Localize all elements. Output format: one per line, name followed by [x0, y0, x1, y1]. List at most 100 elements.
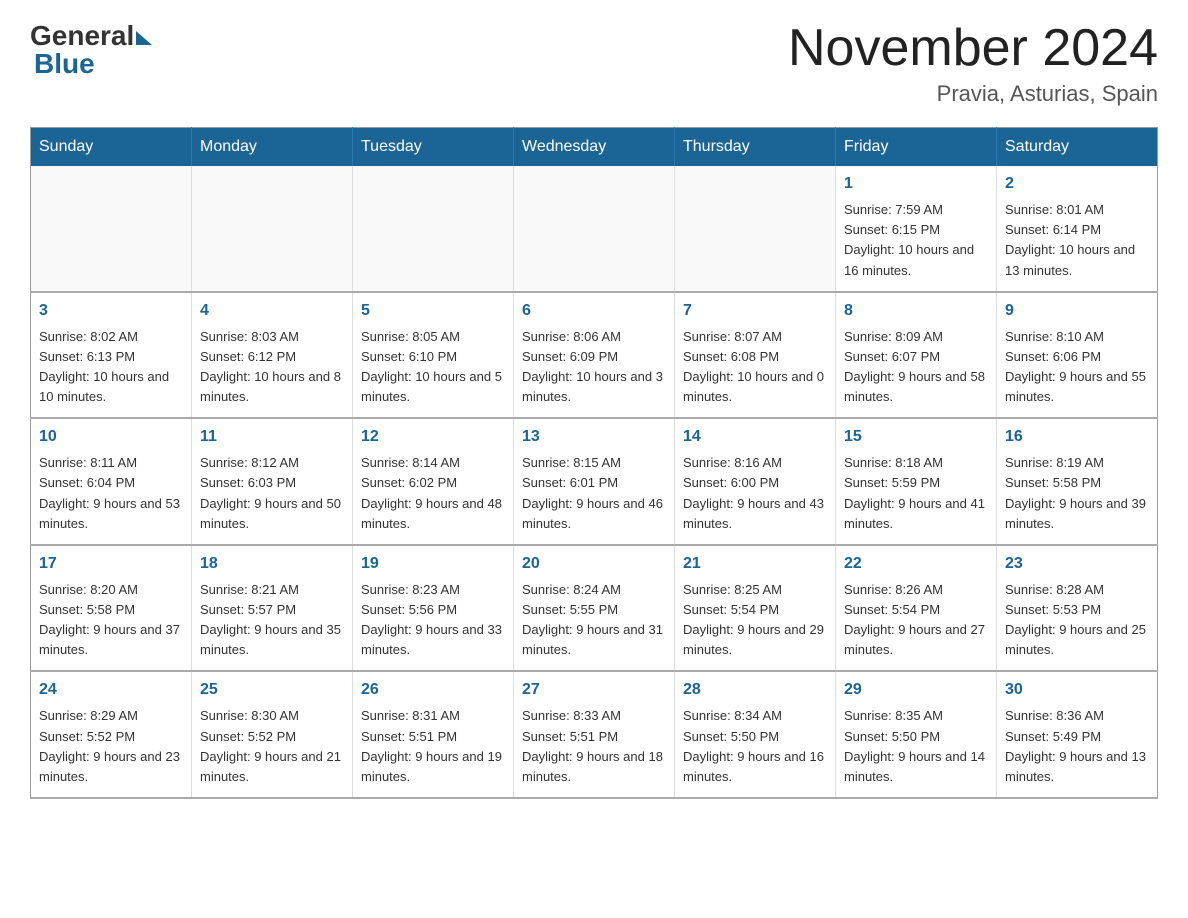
day-info: Sunrise: 8:01 AM Sunset: 6:14 PM Dayligh…: [1005, 200, 1149, 281]
day-info: Sunrise: 8:15 AM Sunset: 6:01 PM Dayligh…: [522, 453, 666, 534]
calendar-cell: 15 Sunrise: 8:18 AM Sunset: 5:59 PM Dayli…: [836, 418, 997, 545]
day-number: 19: [361, 552, 505, 576]
day-number: 17: [39, 552, 183, 576]
day-info: Sunrise: 8:33 AM Sunset: 5:51 PM Dayligh…: [522, 706, 666, 787]
day-info: Sunrise: 8:23 AM Sunset: 5:56 PM Dayligh…: [361, 580, 505, 661]
day-number: 5: [361, 299, 505, 323]
day-number: 18: [200, 552, 344, 576]
month-year-title: November 2024: [788, 20, 1158, 77]
header-saturday: Saturday: [997, 128, 1158, 167]
day-info: Sunrise: 8:12 AM Sunset: 6:03 PM Dayligh…: [200, 453, 344, 534]
day-info: Sunrise: 8:29 AM Sunset: 5:52 PM Dayligh…: [39, 706, 183, 787]
day-number: 29: [844, 678, 988, 702]
calendar-cell: 16 Sunrise: 8:19 AM Sunset: 5:58 PM Dayli…: [997, 418, 1158, 545]
day-number: 30: [1005, 678, 1149, 702]
calendar-cell: [353, 166, 514, 292]
day-number: 4: [200, 299, 344, 323]
calendar-cell: 13 Sunrise: 8:15 AM Sunset: 6:01 PM Dayli…: [514, 418, 675, 545]
day-number: 24: [39, 678, 183, 702]
calendar-cell: 27 Sunrise: 8:33 AM Sunset: 5:51 PM Dayli…: [514, 671, 675, 798]
day-number: 15: [844, 425, 988, 449]
calendar-cell: 30 Sunrise: 8:36 AM Sunset: 5:49 PM Dayli…: [997, 671, 1158, 798]
day-info: Sunrise: 8:36 AM Sunset: 5:49 PM Dayligh…: [1005, 706, 1149, 787]
day-info: Sunrise: 8:24 AM Sunset: 5:55 PM Dayligh…: [522, 580, 666, 661]
calendar-cell: 10 Sunrise: 8:11 AM Sunset: 6:04 PM Dayli…: [31, 418, 192, 545]
day-number: 2: [1005, 172, 1149, 196]
day-number: 7: [683, 299, 827, 323]
day-number: 8: [844, 299, 988, 323]
logo-blue-text: Blue: [34, 48, 95, 80]
day-number: 26: [361, 678, 505, 702]
day-number: 27: [522, 678, 666, 702]
calendar-cell: 20 Sunrise: 8:24 AM Sunset: 5:55 PM Dayli…: [514, 545, 675, 672]
calendar-table: Sunday Monday Tuesday Wednesday Thursday…: [30, 127, 1158, 799]
calendar-cell: 9Sunrise: 8:10 AM Sunset: 6:06 PM Daylig…: [997, 292, 1158, 419]
day-info: Sunrise: 8:28 AM Sunset: 5:53 PM Dayligh…: [1005, 580, 1149, 661]
day-number: 10: [39, 425, 183, 449]
week-row-5: 24 Sunrise: 8:29 AM Sunset: 5:52 PM Dayli…: [31, 671, 1158, 798]
page-header: General Blue November 2024 Pravia, Astur…: [30, 20, 1158, 107]
day-info: Sunrise: 8:20 AM Sunset: 5:58 PM Dayligh…: [39, 580, 183, 661]
week-row-2: 3 Sunrise: 8:02 AM Sunset: 6:13 PM Daylig…: [31, 292, 1158, 419]
day-number: 6: [522, 299, 666, 323]
title-area: November 2024 Pravia, Asturias, Spain: [788, 20, 1158, 107]
week-row-4: 17 Sunrise: 8:20 AM Sunset: 5:58 PM Dayli…: [31, 545, 1158, 672]
calendar-cell: 2 Sunrise: 8:01 AM Sunset: 6:14 PM Daylig…: [997, 166, 1158, 292]
calendar-cell: 18 Sunrise: 8:21 AM Sunset: 5:57 PM Dayli…: [192, 545, 353, 672]
day-info: Sunrise: 8:10 AM Sunset: 6:06 PM Dayligh…: [1005, 327, 1149, 408]
day-info: Sunrise: 8:21 AM Sunset: 5:57 PM Dayligh…: [200, 580, 344, 661]
day-info: Sunrise: 8:35 AM Sunset: 5:50 PM Dayligh…: [844, 706, 988, 787]
calendar-cell: 22Sunrise: 8:26 AM Sunset: 5:54 PM Dayli…: [836, 545, 997, 672]
day-number: 23: [1005, 552, 1149, 576]
day-number: 20: [522, 552, 666, 576]
day-number: 28: [683, 678, 827, 702]
calendar-cell: 6Sunrise: 8:06 AM Sunset: 6:09 PM Daylig…: [514, 292, 675, 419]
calendar-cell: 24 Sunrise: 8:29 AM Sunset: 5:52 PM Dayli…: [31, 671, 192, 798]
week-row-1: 1Sunrise: 7:59 AM Sunset: 6:15 PM Daylig…: [31, 166, 1158, 292]
calendar-header: Sunday Monday Tuesday Wednesday Thursday…: [31, 128, 1158, 167]
calendar-cell: 26 Sunrise: 8:31 AM Sunset: 5:51 PM Dayli…: [353, 671, 514, 798]
calendar-cell: 7Sunrise: 8:07 AM Sunset: 6:08 PM Daylig…: [675, 292, 836, 419]
calendar-cell: 12Sunrise: 8:14 AM Sunset: 6:02 PM Dayli…: [353, 418, 514, 545]
day-number: 11: [200, 425, 344, 449]
calendar-cell: 21 Sunrise: 8:25 AM Sunset: 5:54 PM Dayli…: [675, 545, 836, 672]
calendar-cell: 25 Sunrise: 8:30 AM Sunset: 5:52 PM Dayli…: [192, 671, 353, 798]
calendar-cell: [675, 166, 836, 292]
day-info: Sunrise: 8:30 AM Sunset: 5:52 PM Dayligh…: [200, 706, 344, 787]
day-info: Sunrise: 8:11 AM Sunset: 6:04 PM Dayligh…: [39, 453, 183, 534]
day-info: Sunrise: 8:25 AM Sunset: 5:54 PM Dayligh…: [683, 580, 827, 661]
logo-arrow-icon: [136, 31, 152, 45]
calendar-cell: 11 Sunrise: 8:12 AM Sunset: 6:03 PM Dayli…: [192, 418, 353, 545]
day-info: Sunrise: 8:02 AM Sunset: 6:13 PM Dayligh…: [39, 327, 183, 408]
day-number: 25: [200, 678, 344, 702]
day-number: 14: [683, 425, 827, 449]
day-number: 3: [39, 299, 183, 323]
header-monday: Monday: [192, 128, 353, 167]
calendar-cell: 19 Sunrise: 8:23 AM Sunset: 5:56 PM Dayli…: [353, 545, 514, 672]
day-info: Sunrise: 8:18 AM Sunset: 5:59 PM Dayligh…: [844, 453, 988, 534]
header-row: Sunday Monday Tuesday Wednesday Thursday…: [31, 128, 1158, 167]
calendar-cell: 1Sunrise: 7:59 AM Sunset: 6:15 PM Daylig…: [836, 166, 997, 292]
calendar-cell: 5 Sunrise: 8:05 AM Sunset: 6:10 PM Daylig…: [353, 292, 514, 419]
day-number: 13: [522, 425, 666, 449]
day-number: 12: [361, 425, 505, 449]
day-number: 1: [844, 172, 988, 196]
day-info: Sunrise: 8:03 AM Sunset: 6:12 PM Dayligh…: [200, 327, 344, 408]
header-thursday: Thursday: [675, 128, 836, 167]
calendar-cell: [31, 166, 192, 292]
calendar-cell: 4 Sunrise: 8:03 AM Sunset: 6:12 PM Daylig…: [192, 292, 353, 419]
day-number: 21: [683, 552, 827, 576]
calendar-body: 1Sunrise: 7:59 AM Sunset: 6:15 PM Daylig…: [31, 166, 1158, 798]
day-info: Sunrise: 8:31 AM Sunset: 5:51 PM Dayligh…: [361, 706, 505, 787]
header-friday: Friday: [836, 128, 997, 167]
calendar-cell: 14Sunrise: 8:16 AM Sunset: 6:00 PM Dayli…: [675, 418, 836, 545]
calendar-cell: 17 Sunrise: 8:20 AM Sunset: 5:58 PM Dayli…: [31, 545, 192, 672]
day-number: 22: [844, 552, 988, 576]
header-tuesday: Tuesday: [353, 128, 514, 167]
header-sunday: Sunday: [31, 128, 192, 167]
day-number: 16: [1005, 425, 1149, 449]
logo: General Blue: [30, 20, 152, 80]
calendar-cell: 8Sunrise: 8:09 AM Sunset: 6:07 PM Daylig…: [836, 292, 997, 419]
day-info: Sunrise: 8:05 AM Sunset: 6:10 PM Dayligh…: [361, 327, 505, 408]
day-info: Sunrise: 8:19 AM Sunset: 5:58 PM Dayligh…: [1005, 453, 1149, 534]
